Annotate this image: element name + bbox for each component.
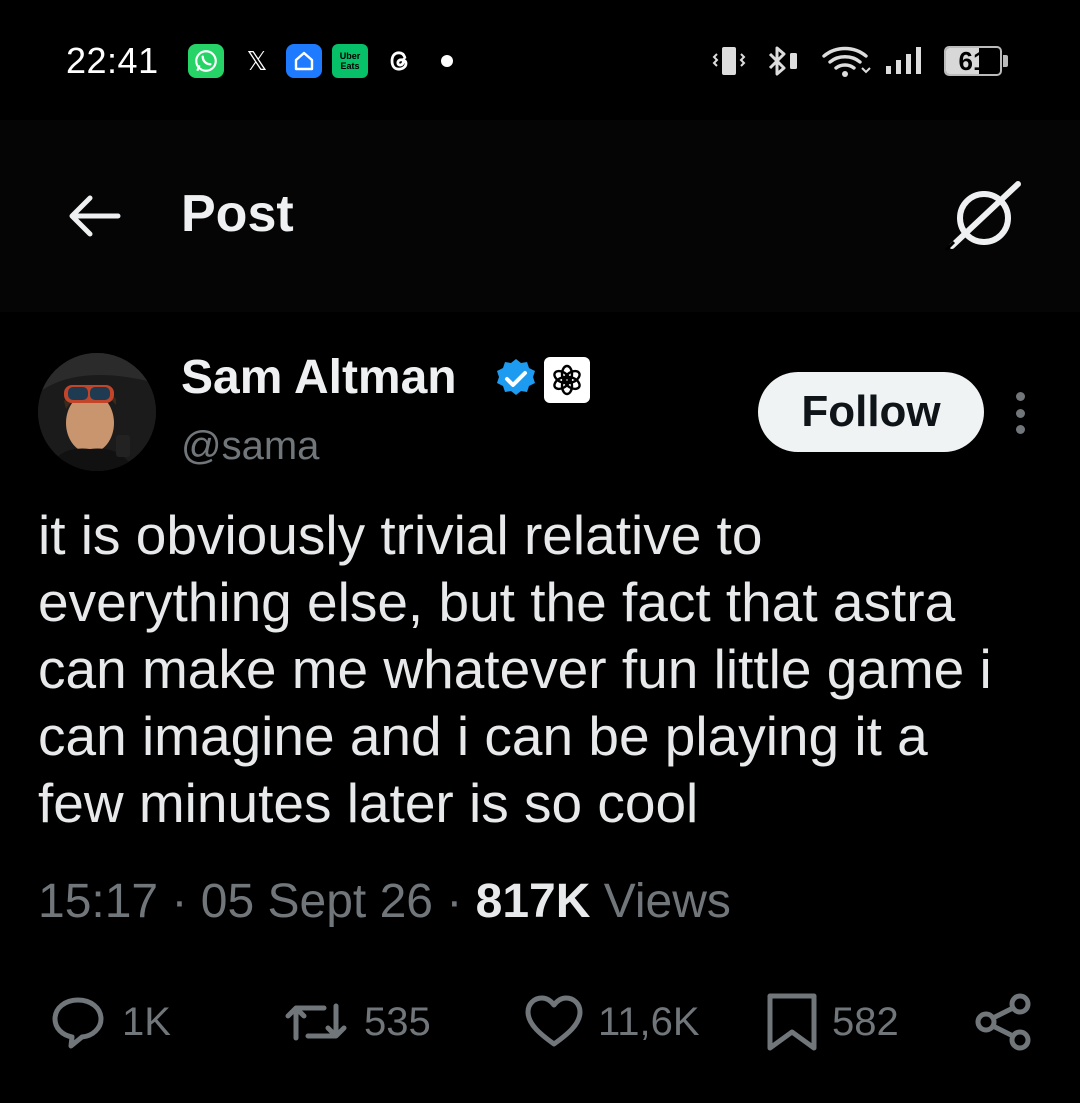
views-count[interactable]: 817K	[476, 875, 591, 928]
status-time: 22:41	[66, 40, 159, 81]
bookmark-count: 582	[832, 999, 899, 1044]
bluetooth-icon	[762, 44, 802, 78]
x-app-icon: 𝕏	[246, 45, 268, 76]
avatar[interactable]	[38, 353, 156, 471]
author-name[interactable]: Sam Altman	[181, 350, 457, 405]
reply-button[interactable]: 1K	[46, 990, 171, 1054]
repost-button[interactable]: 535	[280, 990, 431, 1054]
uber-eats-label-bottom: Eats	[340, 61, 360, 71]
back-button[interactable]	[62, 190, 126, 242]
status-bar: 22:41 𝕏 Uber Eats 61	[0, 0, 1080, 120]
verified-badge-icon	[494, 357, 538, 401]
openai-affiliation-icon[interactable]	[544, 357, 590, 403]
like-button[interactable]: 11,6K	[522, 990, 700, 1054]
uber-eats-label-top: Uber	[339, 51, 361, 61]
home-app-icon	[286, 44, 322, 78]
vibrate-icon	[708, 44, 750, 78]
meta-separator: ·	[158, 875, 201, 928]
post-time: 15:17	[38, 875, 159, 928]
top-app-bar: Post	[0, 120, 1080, 312]
grok-icon	[944, 181, 1021, 252]
signal-icon	[882, 44, 930, 78]
repost-icon	[285, 1003, 347, 1041]
heart-icon	[525, 995, 583, 1047]
meta-separator: ·	[432, 875, 476, 928]
share-icon	[975, 993, 1031, 1051]
action-bar: 1K 535 11,6K 582	[0, 990, 1080, 1060]
bookmark-button[interactable]: 582	[764, 990, 899, 1054]
whatsapp-icon	[188, 44, 224, 78]
threads-icon	[384, 44, 414, 78]
repost-count: 535	[364, 999, 431, 1044]
post-date: 05 Sept 26	[200, 875, 433, 928]
follow-button[interactable]: Follow	[758, 372, 984, 452]
notification-dot	[440, 44, 454, 78]
reply-count: 1K	[122, 999, 171, 1044]
battery-icon: 61	[944, 46, 1010, 78]
page-title: Post	[181, 185, 294, 243]
post-text: it is obviously trivial relative to ever…	[38, 504, 992, 834]
author-handle[interactable]: @sama	[181, 424, 319, 469]
share-button[interactable]	[972, 990, 1036, 1054]
post-meta: 15:17 · 05 Sept 26 · 817K Views	[38, 874, 731, 929]
battery-level: 61	[958, 46, 988, 76]
reply-icon	[52, 997, 104, 1049]
bookmark-icon	[767, 993, 817, 1051]
views-label: Views	[590, 875, 731, 928]
more-options-icon[interactable]	[1004, 392, 1036, 434]
wifi-icon	[818, 44, 872, 78]
like-count: 11,6K	[598, 999, 700, 1044]
grok-button[interactable]	[944, 178, 1024, 258]
arrow-left-icon	[69, 195, 121, 237]
uber-eats-icon: Uber Eats	[332, 44, 368, 78]
